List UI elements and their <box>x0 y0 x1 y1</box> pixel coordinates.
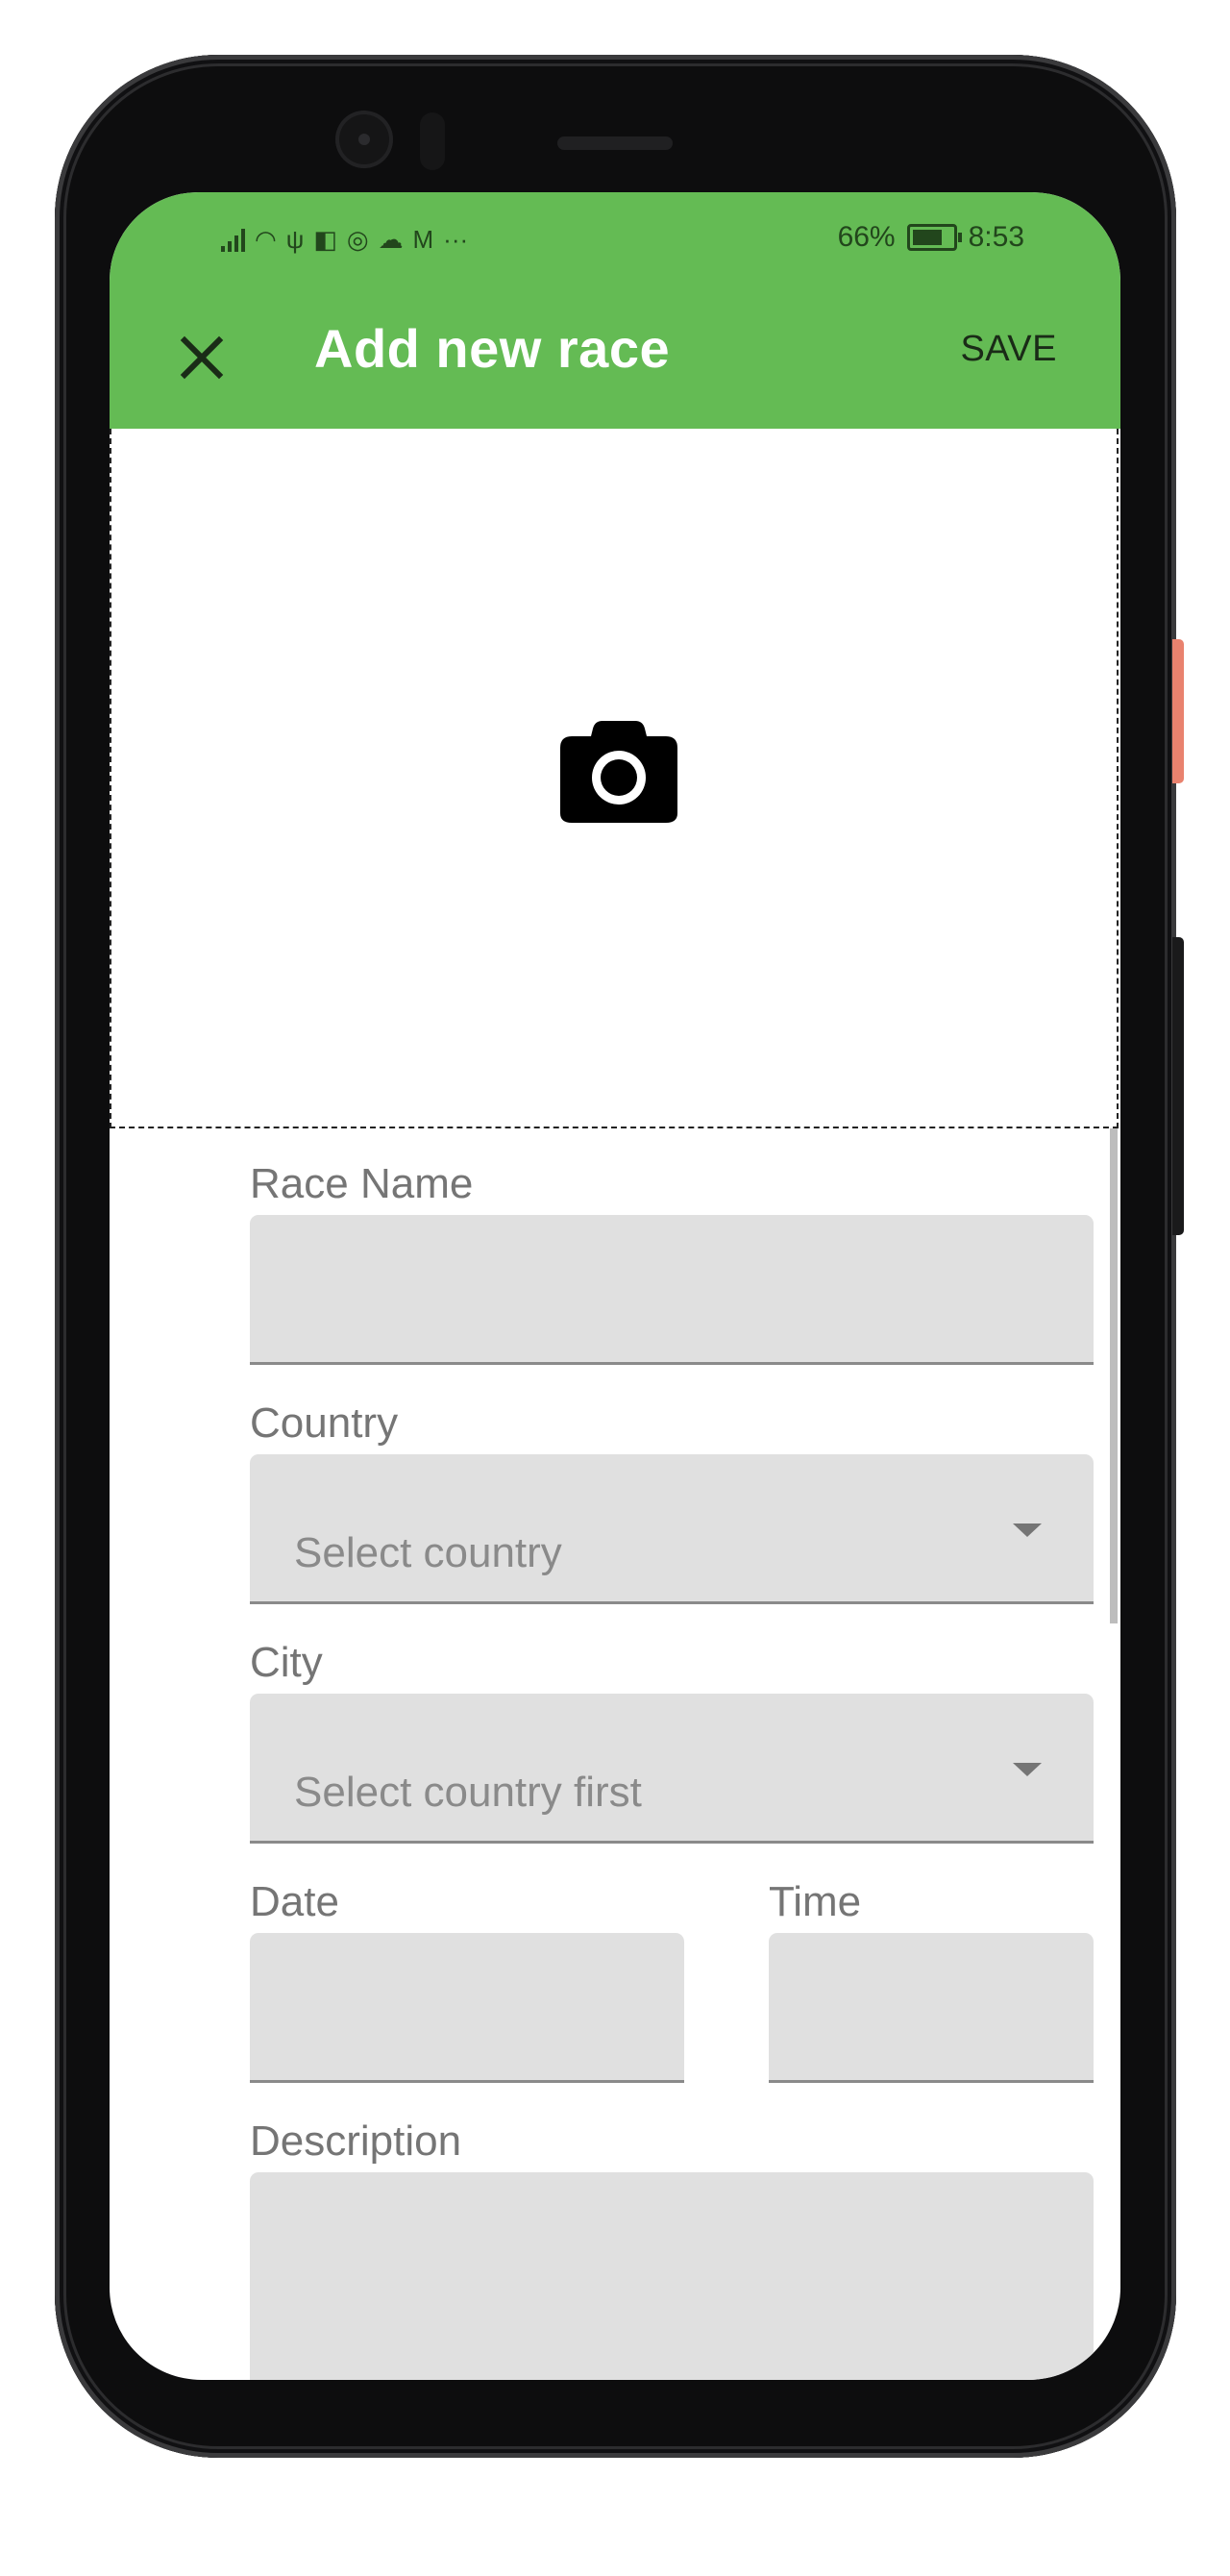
race-name-label: Race Name <box>250 1160 474 1207</box>
earpiece-speaker <box>557 136 673 150</box>
phone-frame: ◠ ψ ◧ ◎ ☁ M ··· 66% 8:53 Add new race SA… <box>55 55 1184 2458</box>
country-select-placeholder: Select country <box>294 1529 562 1576</box>
scrollbar[interactable] <box>1110 1128 1118 1623</box>
time-label: Time <box>769 1878 862 1925</box>
date-label: Date <box>250 1878 339 1925</box>
gmail-icon: M <box>412 225 434 254</box>
cloud-icon: ☁ <box>378 225 404 254</box>
country-select[interactable]: Select country <box>250 1454 1094 1604</box>
front-camera <box>335 111 393 168</box>
close-icon[interactable] <box>167 323 236 392</box>
shield-app-icon: ◧ <box>313 225 337 254</box>
save-button[interactable]: SAVE <box>960 329 1057 370</box>
race-name-input[interactable] <box>250 1215 1094 1365</box>
usb-icon: ψ <box>285 225 305 254</box>
description-label: Description <box>250 2118 462 2165</box>
toolbar: Add new race SAVE <box>110 285 1120 429</box>
city-select-placeholder: Select country first <box>294 1769 642 1816</box>
status-bar: ◠ ψ ◧ ◎ ☁ M ··· 66% 8:53 <box>110 192 1120 285</box>
volume-rocker <box>1172 937 1184 1235</box>
camera-icon[interactable] <box>558 717 679 825</box>
chevron-down-icon <box>1013 1523 1042 1537</box>
signal-icon <box>221 228 245 252</box>
photo-upload-area[interactable] <box>110 429 1119 1128</box>
app-bar: ◠ ψ ◧ ◎ ☁ M ··· 66% 8:53 Add new race SA… <box>110 192 1120 429</box>
city-select[interactable]: Select country first <box>250 1694 1094 1844</box>
proximity-sensor <box>420 112 445 170</box>
chrome-app-icon: ◎ <box>346 225 369 254</box>
battery-icon <box>906 224 962 251</box>
more-dots-icon: ··· <box>443 225 469 254</box>
power-button <box>1172 639 1184 783</box>
country-label: Country <box>250 1399 399 1447</box>
city-label: City <box>250 1639 323 1686</box>
clock: 8:53 <box>968 221 1024 253</box>
description-input[interactable] <box>250 2172 1094 2380</box>
status-right: 66% 8:53 <box>838 221 1024 254</box>
app-screen: ◠ ψ ◧ ◎ ☁ M ··· 66% 8:53 Add new race SA… <box>110 192 1120 2380</box>
date-input[interactable] <box>250 1933 684 2083</box>
chevron-down-icon <box>1013 1763 1042 1776</box>
time-input[interactable] <box>769 1933 1094 2083</box>
wifi-icon: ◠ <box>255 225 277 254</box>
notification-icons: ◠ ψ ◧ ◎ ☁ M ··· <box>221 225 468 255</box>
battery-percent: 66% <box>837 221 896 253</box>
page-title: Add new race <box>314 318 671 379</box>
